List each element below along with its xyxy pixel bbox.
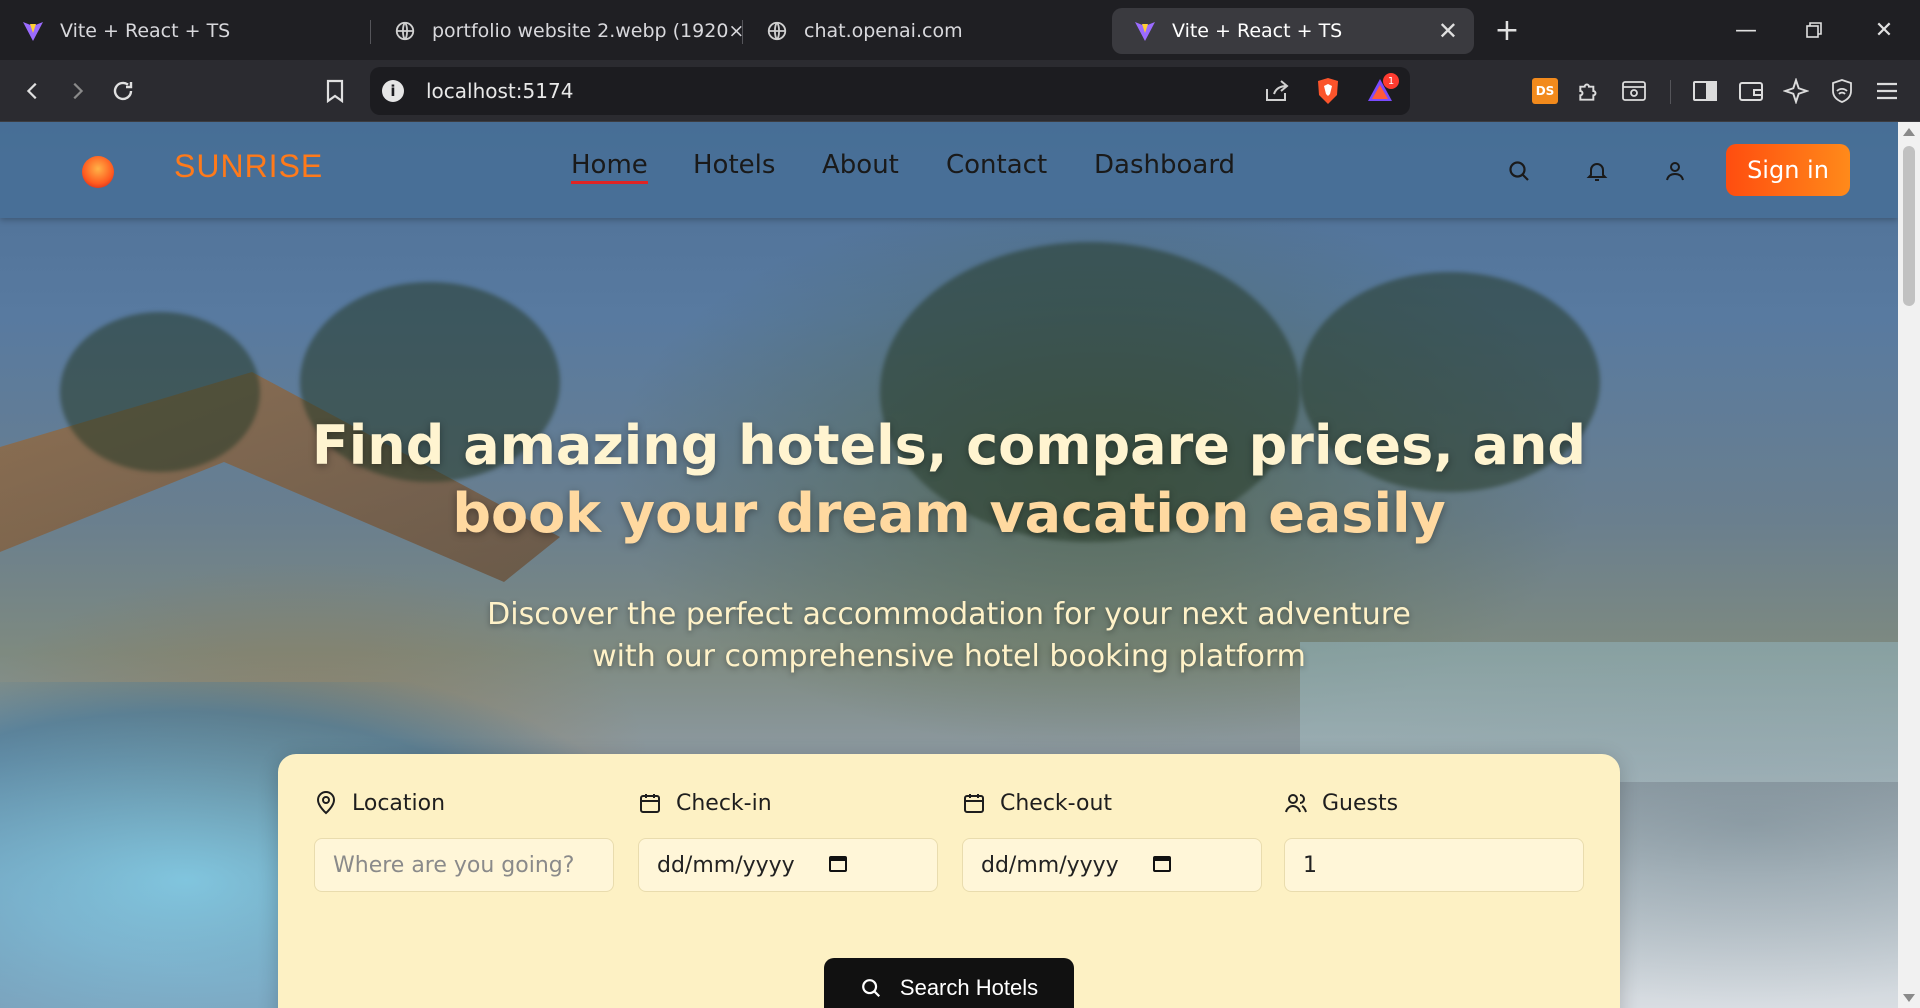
calendar-icon [962, 791, 986, 815]
address-bar[interactable]: i localhost:5174 1 [370, 67, 1410, 115]
location-input[interactable]: Where are you going? [314, 838, 614, 892]
close-window-button[interactable]: ✕ [1850, 0, 1918, 60]
screenshot-icon[interactable] [1617, 74, 1651, 108]
tab-chat[interactable]: chat.openai.com [744, 8, 1104, 54]
bookmark-icon[interactable] [318, 74, 352, 108]
nav-hotels[interactable]: Hotels [693, 150, 775, 180]
map-pin-icon [314, 791, 338, 815]
scroll-up-arrow[interactable] [1903, 128, 1915, 136]
tab-portfolio[interactable]: portfolio website 2.webp (1920×796 [372, 8, 742, 54]
search-card: Location Where are you going? Check-in d… [278, 754, 1620, 1008]
tab-vite-active[interactable]: Vite + React + TS ✕ [1112, 8, 1474, 54]
hero-title: Find amazing hotels, compare prices, and… [0, 412, 1898, 548]
checkout-label: Check-out [962, 788, 1262, 818]
users-icon [1284, 791, 1308, 815]
checkin-date-input[interactable]: dd/mm/yyyy [638, 838, 938, 892]
globe-icon [392, 18, 418, 44]
location-placeholder: Where are you going? [333, 852, 575, 878]
checkin-field: Check-in dd/mm/yyyy [638, 788, 938, 892]
sidebar-icon[interactable] [1688, 74, 1722, 108]
bell-icon[interactable] [1582, 156, 1612, 186]
minimize-button[interactable]: — [1712, 0, 1780, 60]
calendar-picker-icon[interactable] [1153, 853, 1171, 878]
search-icon[interactable] [1504, 156, 1534, 186]
wallet-icon[interactable] [1734, 74, 1768, 108]
nav-about[interactable]: About [822, 150, 899, 180]
guests-value: 1 [1303, 852, 1317, 878]
checkin-value: dd/mm/yyyy [657, 852, 795, 878]
page-scrollbar[interactable] [1898, 122, 1920, 1008]
hero-title-line2: book your dream vacation easily [452, 482, 1446, 545]
hero-subtitle-line2: with our comprehensive hotel booking pla… [592, 639, 1306, 674]
tab-strip: Vite + React + TS portfolio website 2.we… [0, 0, 1920, 60]
search-hotels-button[interactable]: Search Hotels [824, 958, 1074, 1008]
back-icon[interactable] [16, 74, 50, 108]
menu-icon[interactable] [1870, 74, 1904, 108]
guests-field: Guests 1 [1284, 788, 1584, 892]
checkout-field: Check-out dd/mm/yyyy [962, 788, 1262, 892]
tab-title: Vite + React + TS [1172, 20, 1343, 42]
checkout-date-input[interactable]: dd/mm/yyyy [962, 838, 1262, 892]
site-navbar: SUNRISE Home Hotels About Contact Dashbo… [0, 122, 1898, 218]
globe-icon [764, 18, 790, 44]
nav-contact[interactable]: Contact [946, 150, 1047, 180]
sign-in-button[interactable]: Sign in [1726, 144, 1850, 196]
sunrise-logo-icon[interactable] [82, 156, 114, 188]
vite-icon [20, 18, 46, 44]
site-info-icon[interactable]: i [382, 80, 404, 102]
checkin-label-text: Check-in [676, 790, 772, 816]
guests-label: Guests [1284, 788, 1584, 818]
url-text: localhost:5174 [426, 79, 574, 103]
location-field: Location Where are you going? [314, 788, 614, 892]
calendar-picker-icon[interactable] [829, 853, 847, 878]
calendar-icon [638, 791, 662, 815]
brave-shield-icon[interactable] [1315, 77, 1341, 109]
vpn-icon[interactable] [1825, 74, 1859, 108]
location-label: Location [314, 788, 614, 818]
page-viewport: SUNRISE Home Hotels About Contact Dashbo… [0, 122, 1898, 1008]
hero-subtitle-line1: Discover the perfect accommodation for y… [487, 597, 1411, 632]
location-label-text: Location [352, 790, 446, 816]
close-tab-icon[interactable]: ✕ [1438, 17, 1458, 45]
reload-icon[interactable] [106, 74, 140, 108]
guests-label-text: Guests [1322, 790, 1399, 816]
extensions-puzzle-icon[interactable] [1572, 74, 1606, 108]
hero-subtitle: Discover the perfect accommodation for y… [0, 594, 1898, 678]
hero-title-line1: Find amazing hotels, compare prices, and [311, 414, 1587, 477]
guests-input[interactable]: 1 [1284, 838, 1584, 892]
search-icon [860, 977, 882, 999]
nav-dashboard[interactable]: Dashboard [1094, 150, 1235, 180]
scroll-down-arrow[interactable] [1903, 994, 1915, 1002]
extension-ds-label: DS [1532, 78, 1558, 104]
tab-title: chat.openai.com [804, 20, 963, 42]
extension-ds-icon[interactable]: DS [1528, 74, 1562, 108]
notification-badge: 1 [1383, 73, 1399, 89]
share-icon[interactable] [1264, 79, 1290, 107]
tab-title: portfolio website 2.webp (1920×796 [432, 20, 742, 42]
checkin-label: Check-in [638, 788, 938, 818]
leo-ai-icon[interactable] [1779, 74, 1813, 108]
new-tab-button[interactable]: + [1472, 0, 1542, 60]
vite-icon [1132, 18, 1158, 44]
nav-home[interactable]: Home [571, 150, 648, 184]
scrollbar-thumb[interactable] [1903, 146, 1915, 306]
checkout-value: dd/mm/yyyy [981, 852, 1119, 878]
restore-button[interactable] [1780, 0, 1848, 60]
tab-title: Vite + React + TS [60, 20, 231, 42]
forward-icon[interactable] [60, 74, 94, 108]
brand-name[interactable]: SUNRISE [174, 148, 323, 185]
user-icon[interactable] [1660, 156, 1690, 186]
search-hotels-label: Search Hotels [899, 975, 1039, 1000]
tab-vite-1[interactable]: Vite + React + TS [0, 8, 370, 54]
checkout-label-text: Check-out [1000, 790, 1113, 816]
